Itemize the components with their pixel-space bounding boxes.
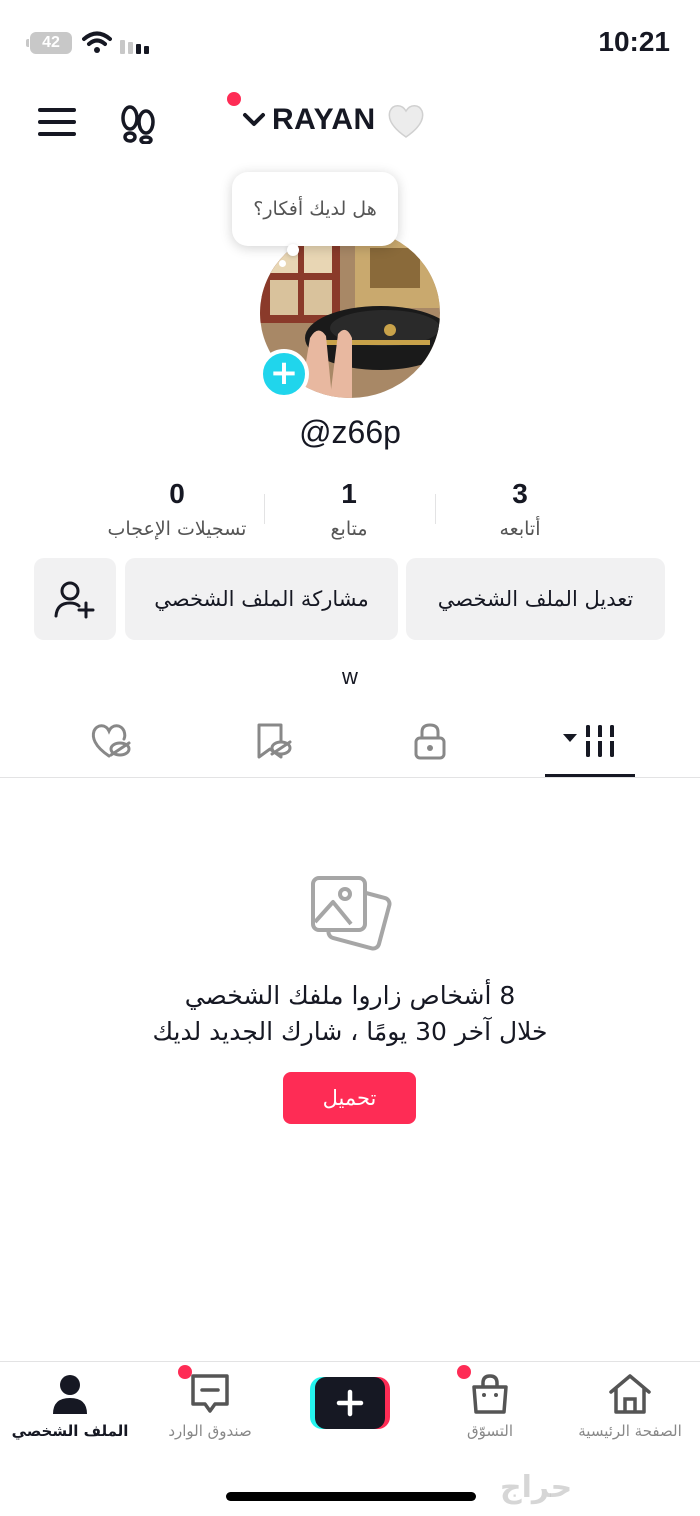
profile-icon	[53, 1375, 87, 1414]
stat-likes[interactable]: 0 تسجيلات الإعجاب	[77, 478, 277, 540]
visitors-line-2: خلال آخر 30 يومًا ، شارك الجديد لديك	[152, 1017, 548, 1046]
stat-following[interactable]: 3 أتابعه	[420, 478, 620, 540]
bubble-tail	[279, 260, 286, 267]
inbox-icon	[191, 1374, 229, 1413]
chevron-down-icon	[243, 113, 265, 126]
notification-dot	[178, 1365, 192, 1379]
edit-profile-button[interactable]: تعديل الملف الشخصي	[406, 558, 665, 640]
stat-value: 1	[341, 478, 357, 509]
liked-hidden-icon	[91, 724, 131, 758]
stat-label: متابع	[330, 518, 368, 540]
nav-label: الملف الشخصي	[11, 1422, 129, 1440]
nav-inbox[interactable]: صندوق الوارد	[140, 1370, 280, 1440]
photos-icon	[311, 876, 392, 951]
bio-text: w	[342, 664, 358, 689]
add-story-button[interactable]: +	[259, 349, 309, 399]
lock-icon	[414, 723, 446, 760]
upload-button[interactable]: تحميل	[283, 1072, 416, 1124]
create-button[interactable]	[310, 1377, 390, 1429]
divider	[0, 1361, 700, 1362]
heart-icon	[388, 105, 424, 138]
stat-label: أتابعه	[499, 518, 541, 540]
username: RAYAN	[272, 103, 376, 136]
nav-label: التسوّق	[466, 1422, 514, 1440]
watermark: حراج	[500, 1470, 573, 1505]
divider	[0, 777, 700, 778]
wifi-icon	[82, 31, 112, 53]
stat-followers[interactable]: 1 متابع	[249, 478, 449, 540]
home-indicator[interactable]	[226, 1492, 476, 1501]
nav-label: الصفحة الرئيسية	[578, 1422, 682, 1440]
nav-shop[interactable]: التسوّق	[420, 1370, 560, 1440]
tab-liked[interactable]	[76, 716, 146, 766]
stat-label: تسجيلات الإعجاب	[107, 518, 247, 540]
profile-handle: @z66p	[299, 414, 401, 450]
shop-icon	[472, 1374, 508, 1414]
tab-videos[interactable]	[555, 716, 625, 766]
nav-label: صندوق الوارد	[168, 1422, 252, 1440]
thoughts-bubble[interactable]: هل لديك أفكار؟	[232, 172, 398, 246]
add-friend-button[interactable]	[34, 558, 116, 640]
stat-value: 0	[169, 478, 185, 509]
notification-dot	[227, 92, 241, 106]
account-switcher[interactable]: RAYAN	[242, 100, 376, 140]
bubble-tail	[287, 244, 299, 256]
notification-dot	[457, 1365, 471, 1379]
bookmark-hidden-icon	[257, 723, 292, 759]
videos-grid-icon	[563, 725, 618, 757]
nav-profile[interactable]: الملف الشخصي	[0, 1370, 140, 1440]
visitors-line-1: 8 أشخاص زاروا ملفك الشخصي	[184, 981, 516, 1010]
stat-value: 3	[512, 478, 528, 509]
battery-icon: 42	[26, 32, 72, 54]
status-time: 10:21	[598, 26, 670, 57]
footprint-icon[interactable]	[118, 104, 158, 144]
tab-private[interactable]	[395, 716, 465, 766]
nav-home[interactable]: الصفحة الرئيسية	[560, 1370, 700, 1440]
menu-icon[interactable]	[38, 108, 76, 136]
home-icon	[609, 1374, 651, 1414]
visitors-message: 8 أشخاص زاروا ملفك الشخصي خلال آخر 30 يو…	[0, 978, 700, 1050]
tab-saved[interactable]	[238, 716, 308, 766]
share-profile-button[interactable]: مشاركة الملف الشخصي	[125, 558, 398, 640]
signal-icon	[120, 34, 154, 54]
add-user-icon	[54, 581, 95, 619]
